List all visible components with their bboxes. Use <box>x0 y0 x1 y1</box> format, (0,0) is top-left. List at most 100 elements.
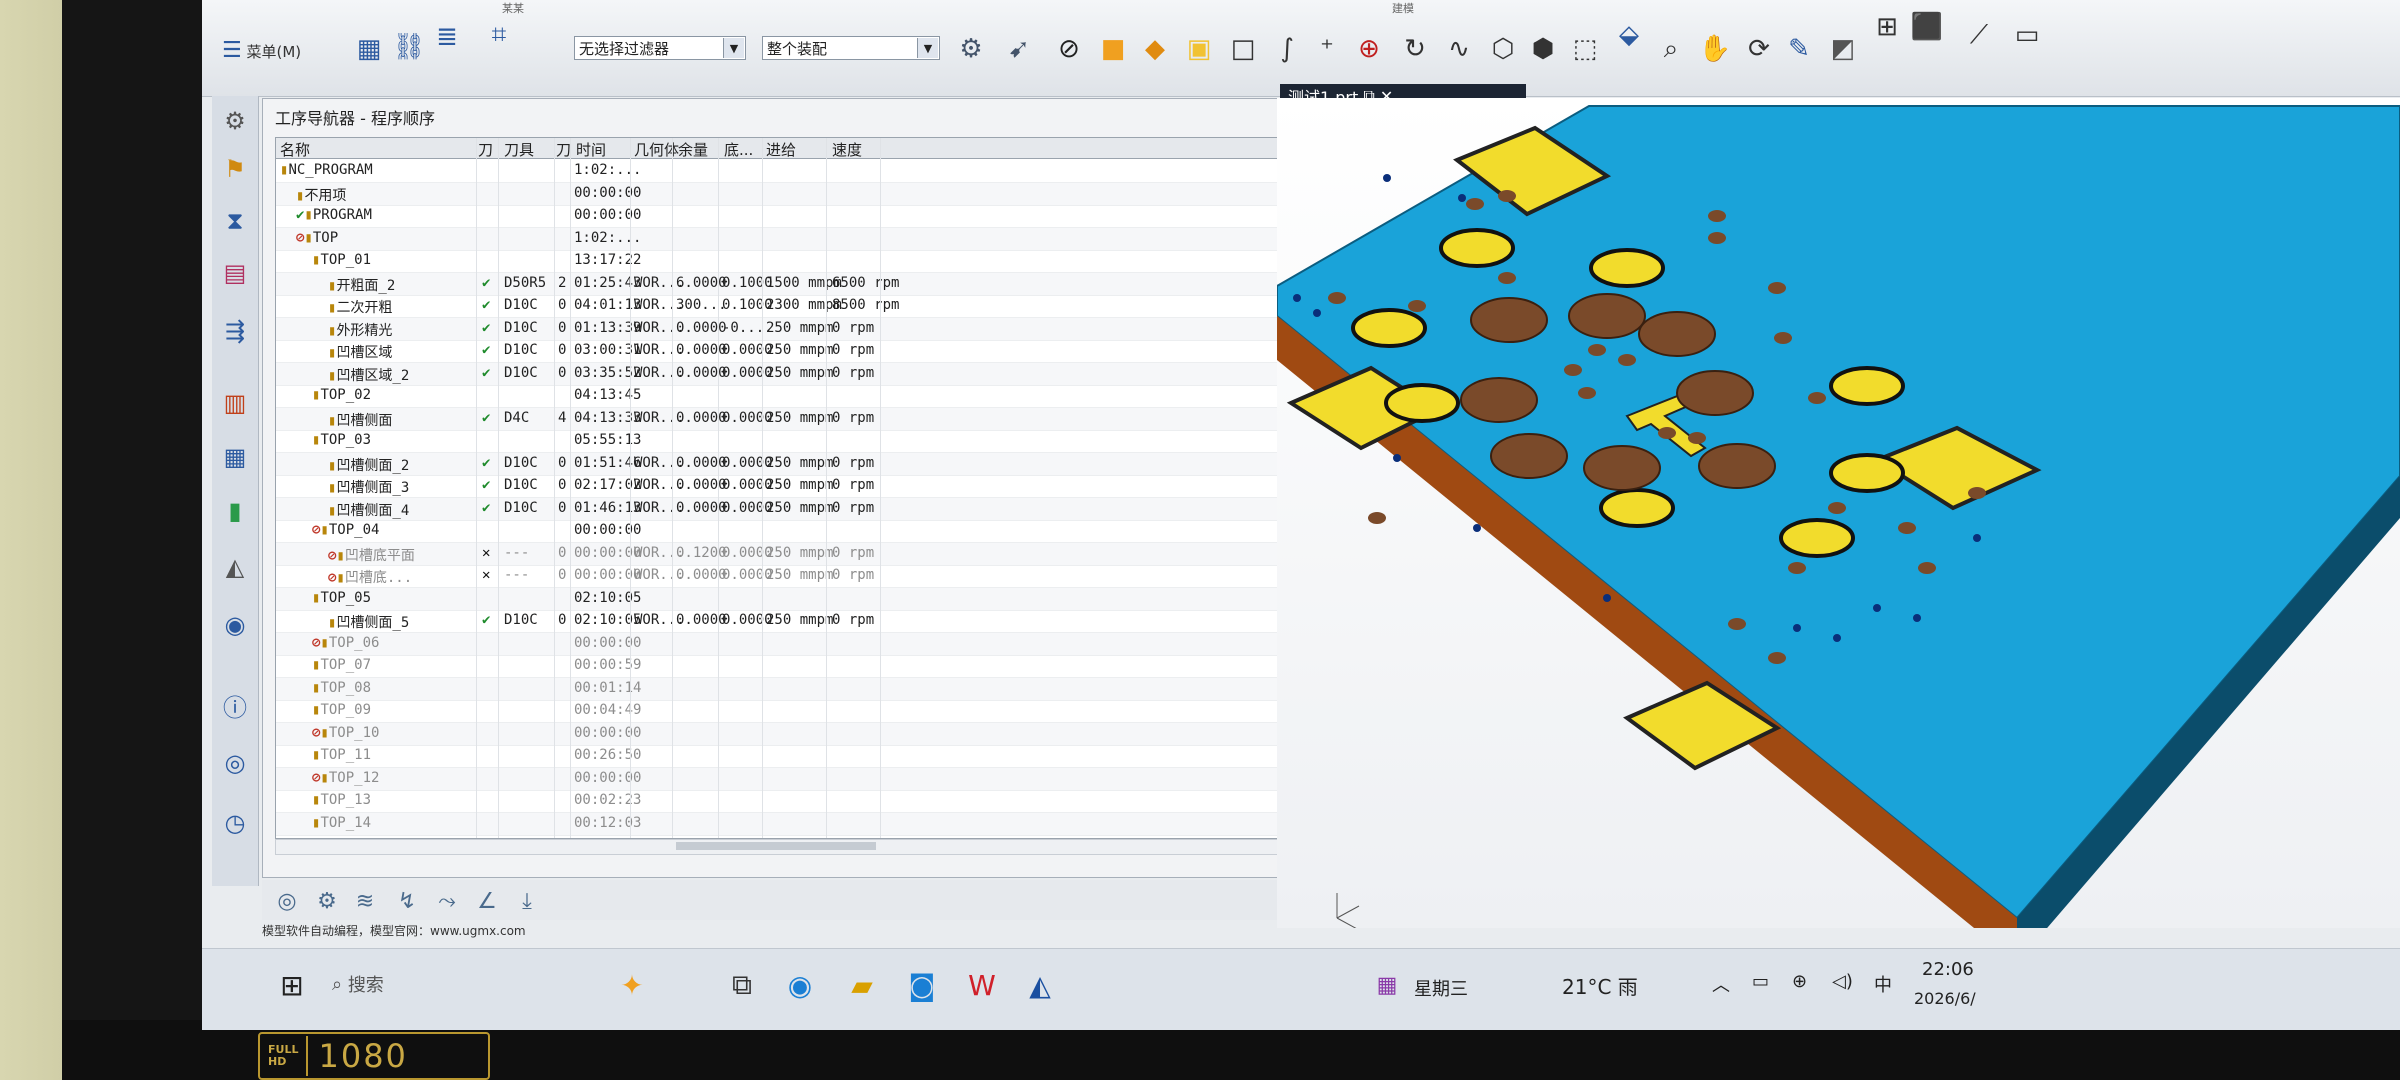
table-row[interactable]: ▮凹槽侧面 ✔ D4C 4 04:13:33 WOR... 0.0000 0.0000 250 … <box>276 407 1296 431</box>
rectangle-icon[interactable]: ▭ <box>2010 18 2044 52</box>
pan-icon[interactable]: ✋ <box>1698 32 1732 66</box>
wps-icon[interactable]: W <box>962 965 1002 1005</box>
operation-name-cell[interactable]: ⊘▮TOP <box>296 230 338 246</box>
horizontal-scrollbar[interactable] <box>275 839 1297 855</box>
col-feed[interactable]: 进给 <box>766 139 796 160</box>
col-time[interactable]: 时间 <box>576 139 606 160</box>
pointer-icon[interactable]: ➹ <box>1002 32 1036 66</box>
table-row[interactable]: ⊘▮TOP 1:02:... <box>276 227 1296 251</box>
operation-name-cell[interactable]: ⊘▮凹槽底平面 <box>328 545 415 565</box>
col-name[interactable]: 名称 <box>280 139 310 160</box>
line-icon[interactable]: ⟋ <box>1962 18 1996 52</box>
weather-label[interactable]: 21°C 雨 <box>1562 971 1638 1000</box>
cube-outline-icon[interactable]: □ <box>1226 32 1260 66</box>
operation-name-cell[interactable]: ⊘▮TOP_12 <box>312 770 379 786</box>
calendar-icon[interactable]: ▦ <box>1367 965 1407 1005</box>
table-row[interactable]: ▮TOP_01 13:17:22 <box>276 250 1296 273</box>
tray-chevron-icon[interactable]: ︿ <box>1712 971 1730 997</box>
operation-name-cell[interactable]: ▮二次开粗 <box>328 297 392 317</box>
cube-icon[interactable]: ⬛ <box>1910 10 1944 44</box>
globe-icon[interactable]: ⊕ <box>1792 971 1807 992</box>
gear-icon[interactable]: ⚙ <box>218 104 252 138</box>
table-row[interactable]: ▮凹槽侧面_3 ✔ D10C 0 02:17:02 WOR... 0.0000 0.0000 2… <box>276 475 1296 498</box>
operation-name-cell[interactable]: ▮TOP_03 <box>312 432 371 448</box>
feature-icon[interactable]: ⛓ <box>392 30 426 64</box>
stop-icon[interactable]: ⊘ <box>1052 32 1086 66</box>
table-row[interactable]: ▮TOP_09 00:04:49 <box>276 700 1296 723</box>
cube-edge-icon[interactable]: ◆ <box>1138 32 1172 66</box>
clock-time[interactable]: 22:06 <box>1922 959 1974 980</box>
wave-icon[interactable]: ≋ <box>350 886 380 916</box>
table-row[interactable]: ⊘▮TOP_06 00:00:00 <box>276 632 1296 656</box>
angle-icon[interactable]: ∠ <box>472 886 502 916</box>
table-row[interactable]: ⊘▮TOP_04 00:00:00 <box>276 520 1296 543</box>
nx-app-icon[interactable]: ◭ <box>1020 965 1060 1005</box>
operation-name-cell[interactable]: ▮凹槽侧面_2 <box>328 455 409 475</box>
cube-wire-icon[interactable]: ▣ <box>1182 32 1216 66</box>
table-row[interactable]: ⊘▮凹槽底... ✕ --- 0 00:00:00 WOR... 0.0000 0.0000 2… <box>276 565 1296 588</box>
ime-indicator[interactable]: 中 <box>1874 971 1892 997</box>
table-row[interactable]: ▮TOP_08 00:01:14 <box>276 677 1296 701</box>
table-row[interactable]: ▮凹槽侧面_5 ✔ D10C 0 02:10:05 WOR... 0.0000 0.0000 2… <box>276 610 1296 633</box>
refresh-icon[interactable]: ⟳ <box>1742 32 1776 66</box>
table-row[interactable]: ▮TOP_13 00:02:23 <box>276 790 1296 813</box>
mesh-icon[interactable]: ⬢ <box>1526 32 1560 66</box>
operation-name-cell[interactable]: ⊘▮TOP_06 <box>312 635 379 651</box>
table-row[interactable]: ⊘▮凹槽底平面 ✕ --- 0 00:00:00 WOR... 0.1200 0.0000 25… <box>276 542 1296 566</box>
operation-name-cell[interactable]: ⊘▮TOP_04 <box>312 522 379 538</box>
method-view-icon[interactable]: ⇶ <box>218 314 252 348</box>
program-view-icon[interactable]: ⚑ <box>218 152 252 186</box>
cube-small-icon[interactable]: ⬙ <box>1612 18 1646 52</box>
table-row[interactable]: ⊘▮TOP_12 00:00:00 <box>276 767 1296 791</box>
operation-name-cell[interactable]: ▮TOP_14 <box>312 815 371 831</box>
taskbar-search[interactable]: ⌕ 搜索 <box>332 965 572 1003</box>
table-row[interactable]: ▮NC_PROGRAM 1:02:... <box>276 160 1296 183</box>
machine-view-icon[interactable]: ⧗ <box>218 204 252 238</box>
table-row[interactable]: ▮TOP_05 02:10:05 <box>276 587 1296 611</box>
graphics-window[interactable] <box>1277 98 2400 928</box>
table-row[interactable]: ▮TOP_14 00:12:03 <box>276 812 1296 836</box>
operation-name-cell[interactable]: ▮TOP_01 <box>312 252 371 268</box>
history-icon[interactable]: ◭ <box>218 550 252 584</box>
table-row[interactable]: ▮外形精光 ✔ D10C 0 01:13:39 WOR... 0.0000 -0.... 250… <box>276 317 1296 341</box>
col-tool[interactable]: 刀具 <box>504 139 534 160</box>
table-row[interactable]: ▮TOP_02 04:13:45 <box>276 385 1296 408</box>
col-speed[interactable]: 速度 <box>832 139 862 160</box>
operation-name-cell[interactable]: ⊘▮TOP_10 <box>312 725 379 741</box>
operation-name-cell[interactable]: ▮TOP_11 <box>312 747 371 763</box>
operation-name-cell[interactable]: ▮开粗面_2 <box>328 275 395 295</box>
operation-name-cell[interactable]: ▮凹槽区域 <box>328 342 392 362</box>
operation-name-cell[interactable]: ▮凹槽侧面_4 <box>328 500 409 520</box>
operation-name-cell[interactable]: ▮TOP_02 <box>312 387 371 403</box>
col-toolnum[interactable]: 刀 <box>556 139 571 160</box>
windows-start-icon[interactable]: ⊞ <box>272 965 312 1005</box>
volume-icon[interactable]: ◁) <box>1832 971 1853 992</box>
clock-icon[interactable]: ◷ <box>218 806 252 840</box>
table-row[interactable]: ▮凹槽区域_2 ✔ D10C 0 03:35:52 WOR... 0.0000 0.0000 2… <box>276 362 1296 386</box>
table-row[interactable]: ▮TOP_07 00:00:59 <box>276 655 1296 678</box>
operation-name-cell[interactable]: ▮凹槽侧面_5 <box>328 612 409 632</box>
file-explorer-icon[interactable]: ▰ <box>842 965 882 1005</box>
table-row[interactable]: ▮不用项 00:00:00 <box>276 182 1296 206</box>
assembly-combo[interactable]: 整个装配 ▼ <box>762 36 940 60</box>
export-icon[interactable]: ⤓ <box>512 886 542 916</box>
copilot-icon[interactable]: ✦ <box>612 965 652 1005</box>
layers-icon[interactable]: ◎ <box>272 886 302 916</box>
layer-icon[interactable]: ≣ <box>430 20 464 54</box>
edge-icon[interactable]: ◉ <box>780 965 820 1005</box>
table-row[interactable]: ▮凹槽侧面_4 ✔ D10C 0 01:46:13 WOR... 0.0000 0.0000 2… <box>276 497 1296 521</box>
outlook-icon[interactable]: ◙ <box>902 965 942 1005</box>
operation-name-cell[interactable]: ▮TOP_09 <box>312 702 371 718</box>
menu-button[interactable]: ☰ 菜单(M) <box>222 38 301 63</box>
operation-name-cell[interactable]: ⊘▮凹槽底... <box>328 567 412 587</box>
library-icon[interactable]: ▥ <box>218 386 252 420</box>
point-icon[interactable]: ⁺ <box>1310 32 1344 66</box>
snap-icon[interactable]: ⌗ <box>482 18 516 52</box>
col-stock[interactable]: 余量 <box>678 139 708 160</box>
operation-name-cell[interactable]: ▮TOP_08 <box>312 680 371 696</box>
table-row[interactable]: ▮开粗面_2 ✔ D50R5 2 01:25:43 WOR... 6.0000 0.1000 1… <box>276 272 1296 296</box>
view-icon[interactable]: ◩ <box>1826 32 1860 66</box>
operation-name-cell[interactable]: ▮TOP_07 <box>312 657 371 673</box>
table-row[interactable]: ▮TOP_03 05:55:13 <box>276 430 1296 453</box>
operation-name-cell[interactable]: ▮外形精光 <box>328 320 392 340</box>
